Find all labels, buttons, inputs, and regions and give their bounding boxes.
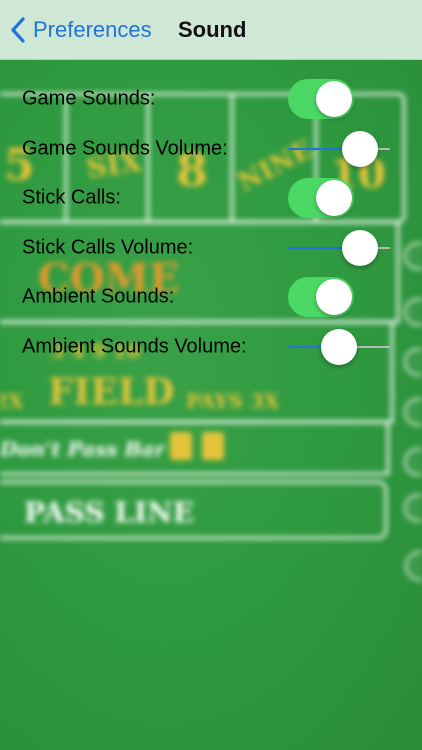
setting-label: Stick Calls: — [22, 186, 121, 209]
ambient-sounds-volume-slider[interactable] — [288, 329, 390, 365]
setting-label: Game Sounds: — [22, 87, 156, 110]
rail-chip-icon — [405, 551, 422, 581]
page-title: Sound — [178, 17, 247, 42]
field-pays-label: PAYS 3X — [186, 389, 280, 413]
slider-thumb[interactable] — [342, 131, 379, 167]
navigation-bar: Preferences Sound — [0, 0, 422, 60]
die-icon — [170, 432, 192, 460]
toggle-knob — [316, 279, 352, 315]
die-icon — [202, 432, 224, 460]
dont-pass-label: Don't Pass Bar — [0, 437, 166, 461]
setting-row-ambient-sounds: Ambient Sounds: — [0, 272, 422, 322]
stick-calls-volume-slider[interactable] — [288, 230, 390, 266]
setting-row-game-sounds: Game Sounds: — [0, 74, 422, 124]
rail-chip-icon — [404, 494, 422, 522]
setting-label: Ambient Sounds Volume: — [22, 335, 247, 358]
rail-chip-icon — [404, 398, 422, 426]
chevron-left-icon — [11, 17, 25, 43]
setting-label: Ambient Sounds: — [22, 285, 175, 308]
slider-thumb[interactable] — [321, 329, 357, 365]
game-sounds-volume-slider[interactable] — [288, 131, 390, 167]
back-button-label: Preferences — [33, 17, 152, 42]
back-button[interactable]: Preferences — [10, 14, 152, 46]
toggle-knob — [316, 180, 352, 216]
setting-row-game-sounds-volume: Game Sounds Volume: — [0, 124, 422, 174]
setting-label: Stick Calls Volume: — [22, 236, 194, 259]
rail-chip-icon — [404, 448, 422, 476]
slider-thumb[interactable] — [342, 230, 379, 266]
setting-row-stick-calls: Stick Calls: — [0, 173, 422, 223]
pass-line-label: PASS LINE — [24, 496, 194, 529]
field-left-label: 2X — [0, 389, 24, 413]
setting-row-stick-calls-volume: Stick Calls Volume: — [0, 223, 422, 273]
ambient-sounds-toggle[interactable] — [288, 277, 354, 317]
field-label: FIELD — [48, 371, 174, 413]
setting-label: Game Sounds Volume: — [22, 137, 228, 160]
game-sounds-toggle[interactable] — [288, 79, 354, 119]
stick-calls-toggle[interactable] — [288, 178, 354, 218]
toggle-knob — [316, 81, 352, 117]
setting-row-ambient-sounds-volume: Ambient Sounds Volume: — [0, 322, 422, 372]
